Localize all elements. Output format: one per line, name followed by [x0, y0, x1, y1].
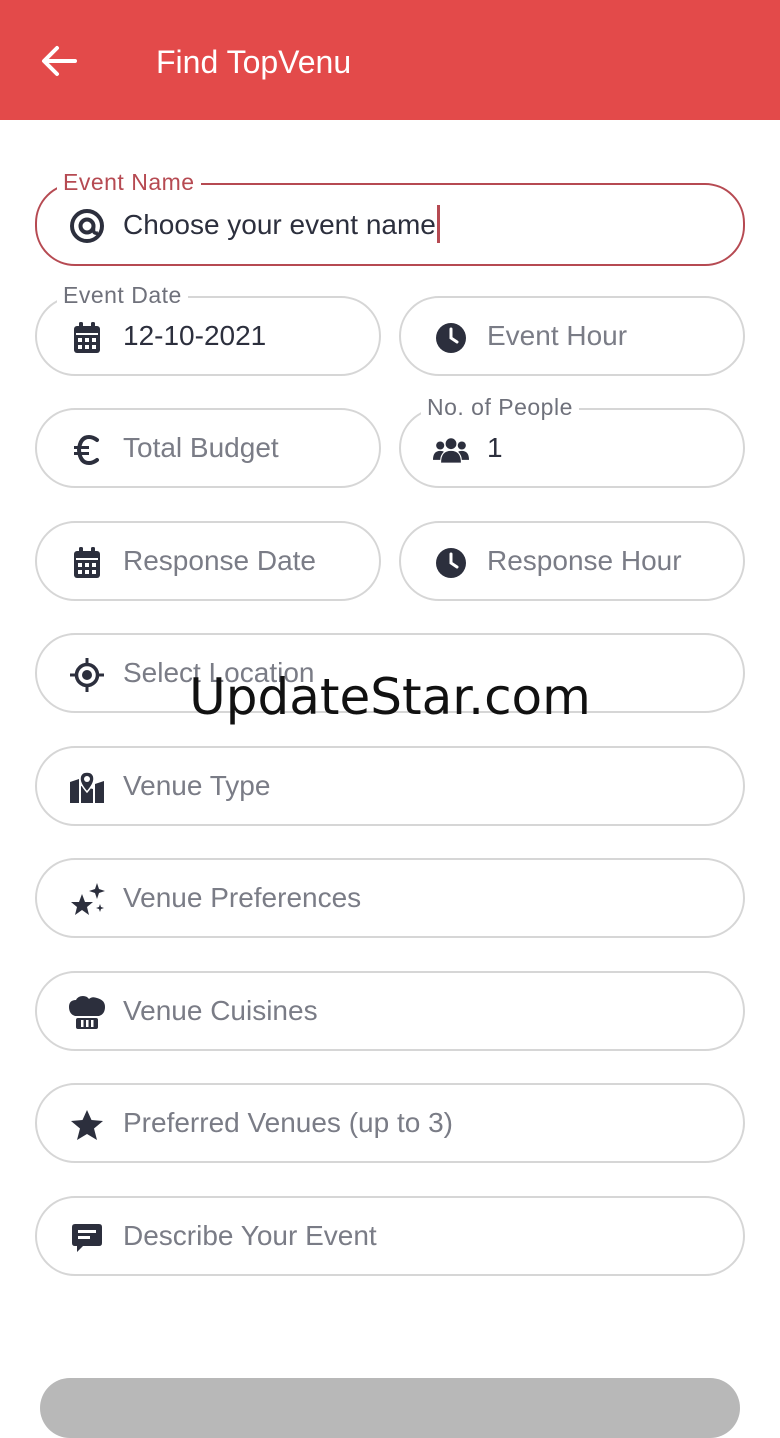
- page-title: Find TopVenu: [156, 44, 352, 80]
- back-button[interactable]: [34, 38, 84, 84]
- event-name-field[interactable]: Event Name Choose your event name: [35, 168, 745, 266]
- event-name-input-text: Choose your event name: [123, 185, 440, 264]
- venue-cuisines-field[interactable]: Venue Cuisines: [35, 971, 745, 1051]
- text-caret: [436, 204, 440, 243]
- total-budget-placeholder: Total Budget: [123, 432, 279, 463]
- submit-button[interactable]: [40, 1378, 740, 1438]
- arrow-left-icon: [42, 46, 77, 76]
- crosshair-icon: [69, 657, 105, 693]
- calendar-icon: [69, 320, 105, 356]
- response-date-field[interactable]: Response Date: [35, 521, 381, 601]
- app-bar: Find TopVenu: [0, 0, 780, 120]
- venue-preferences-field[interactable]: Venue Preferences: [35, 858, 745, 938]
- venue-type-placeholder: Venue Type: [123, 770, 271, 801]
- event-date-field[interactable]: Event Date 12-10-2021: [35, 281, 381, 376]
- location-placeholder: Select Location: [123, 657, 315, 688]
- location-field[interactable]: Select Location: [35, 633, 745, 713]
- response-date-placeholder: Response Date: [123, 545, 317, 576]
- comment-icon: [69, 1220, 105, 1256]
- venue-type-field[interactable]: Venue Type: [35, 746, 745, 826]
- describe-event-placeholder: Describe Your Event: [123, 1220, 377, 1251]
- describe-event-field[interactable]: Describe Your Event: [35, 1196, 745, 1276]
- clock-icon: [433, 545, 469, 581]
- total-budget-field[interactable]: Total Budget: [35, 408, 381, 488]
- at-target-icon: [69, 208, 105, 244]
- venue-preferences-placeholder: Venue Preferences: [123, 882, 362, 913]
- chef-hat-icon: [69, 995, 105, 1031]
- event-hour-field[interactable]: Event Hour: [399, 296, 745, 376]
- clock-icon: [433, 320, 469, 356]
- map-pin-icon: [69, 770, 105, 806]
- response-hour-placeholder: Response Hour: [487, 545, 682, 576]
- no-of-people-value: 1: [487, 432, 503, 463]
- preferred-venues-field[interactable]: Preferred Venues (up to 3): [35, 1083, 745, 1163]
- sparkle-stars-icon: [69, 882, 105, 918]
- preferred-venues-placeholder: Preferred Venues (up to 3): [123, 1107, 453, 1138]
- euro-icon: [69, 432, 105, 468]
- response-hour-field[interactable]: Response Hour: [399, 521, 745, 601]
- users-icon: [433, 432, 469, 468]
- no-of-people-field[interactable]: No. of People 1: [399, 393, 745, 488]
- venue-cuisines-placeholder: Venue Cuisines: [123, 995, 318, 1026]
- event-hour-placeholder: Event Hour: [487, 320, 628, 351]
- star-icon: [69, 1107, 105, 1143]
- event-date-value: 12-10-2021: [123, 320, 267, 351]
- calendar-icon: [69, 545, 105, 581]
